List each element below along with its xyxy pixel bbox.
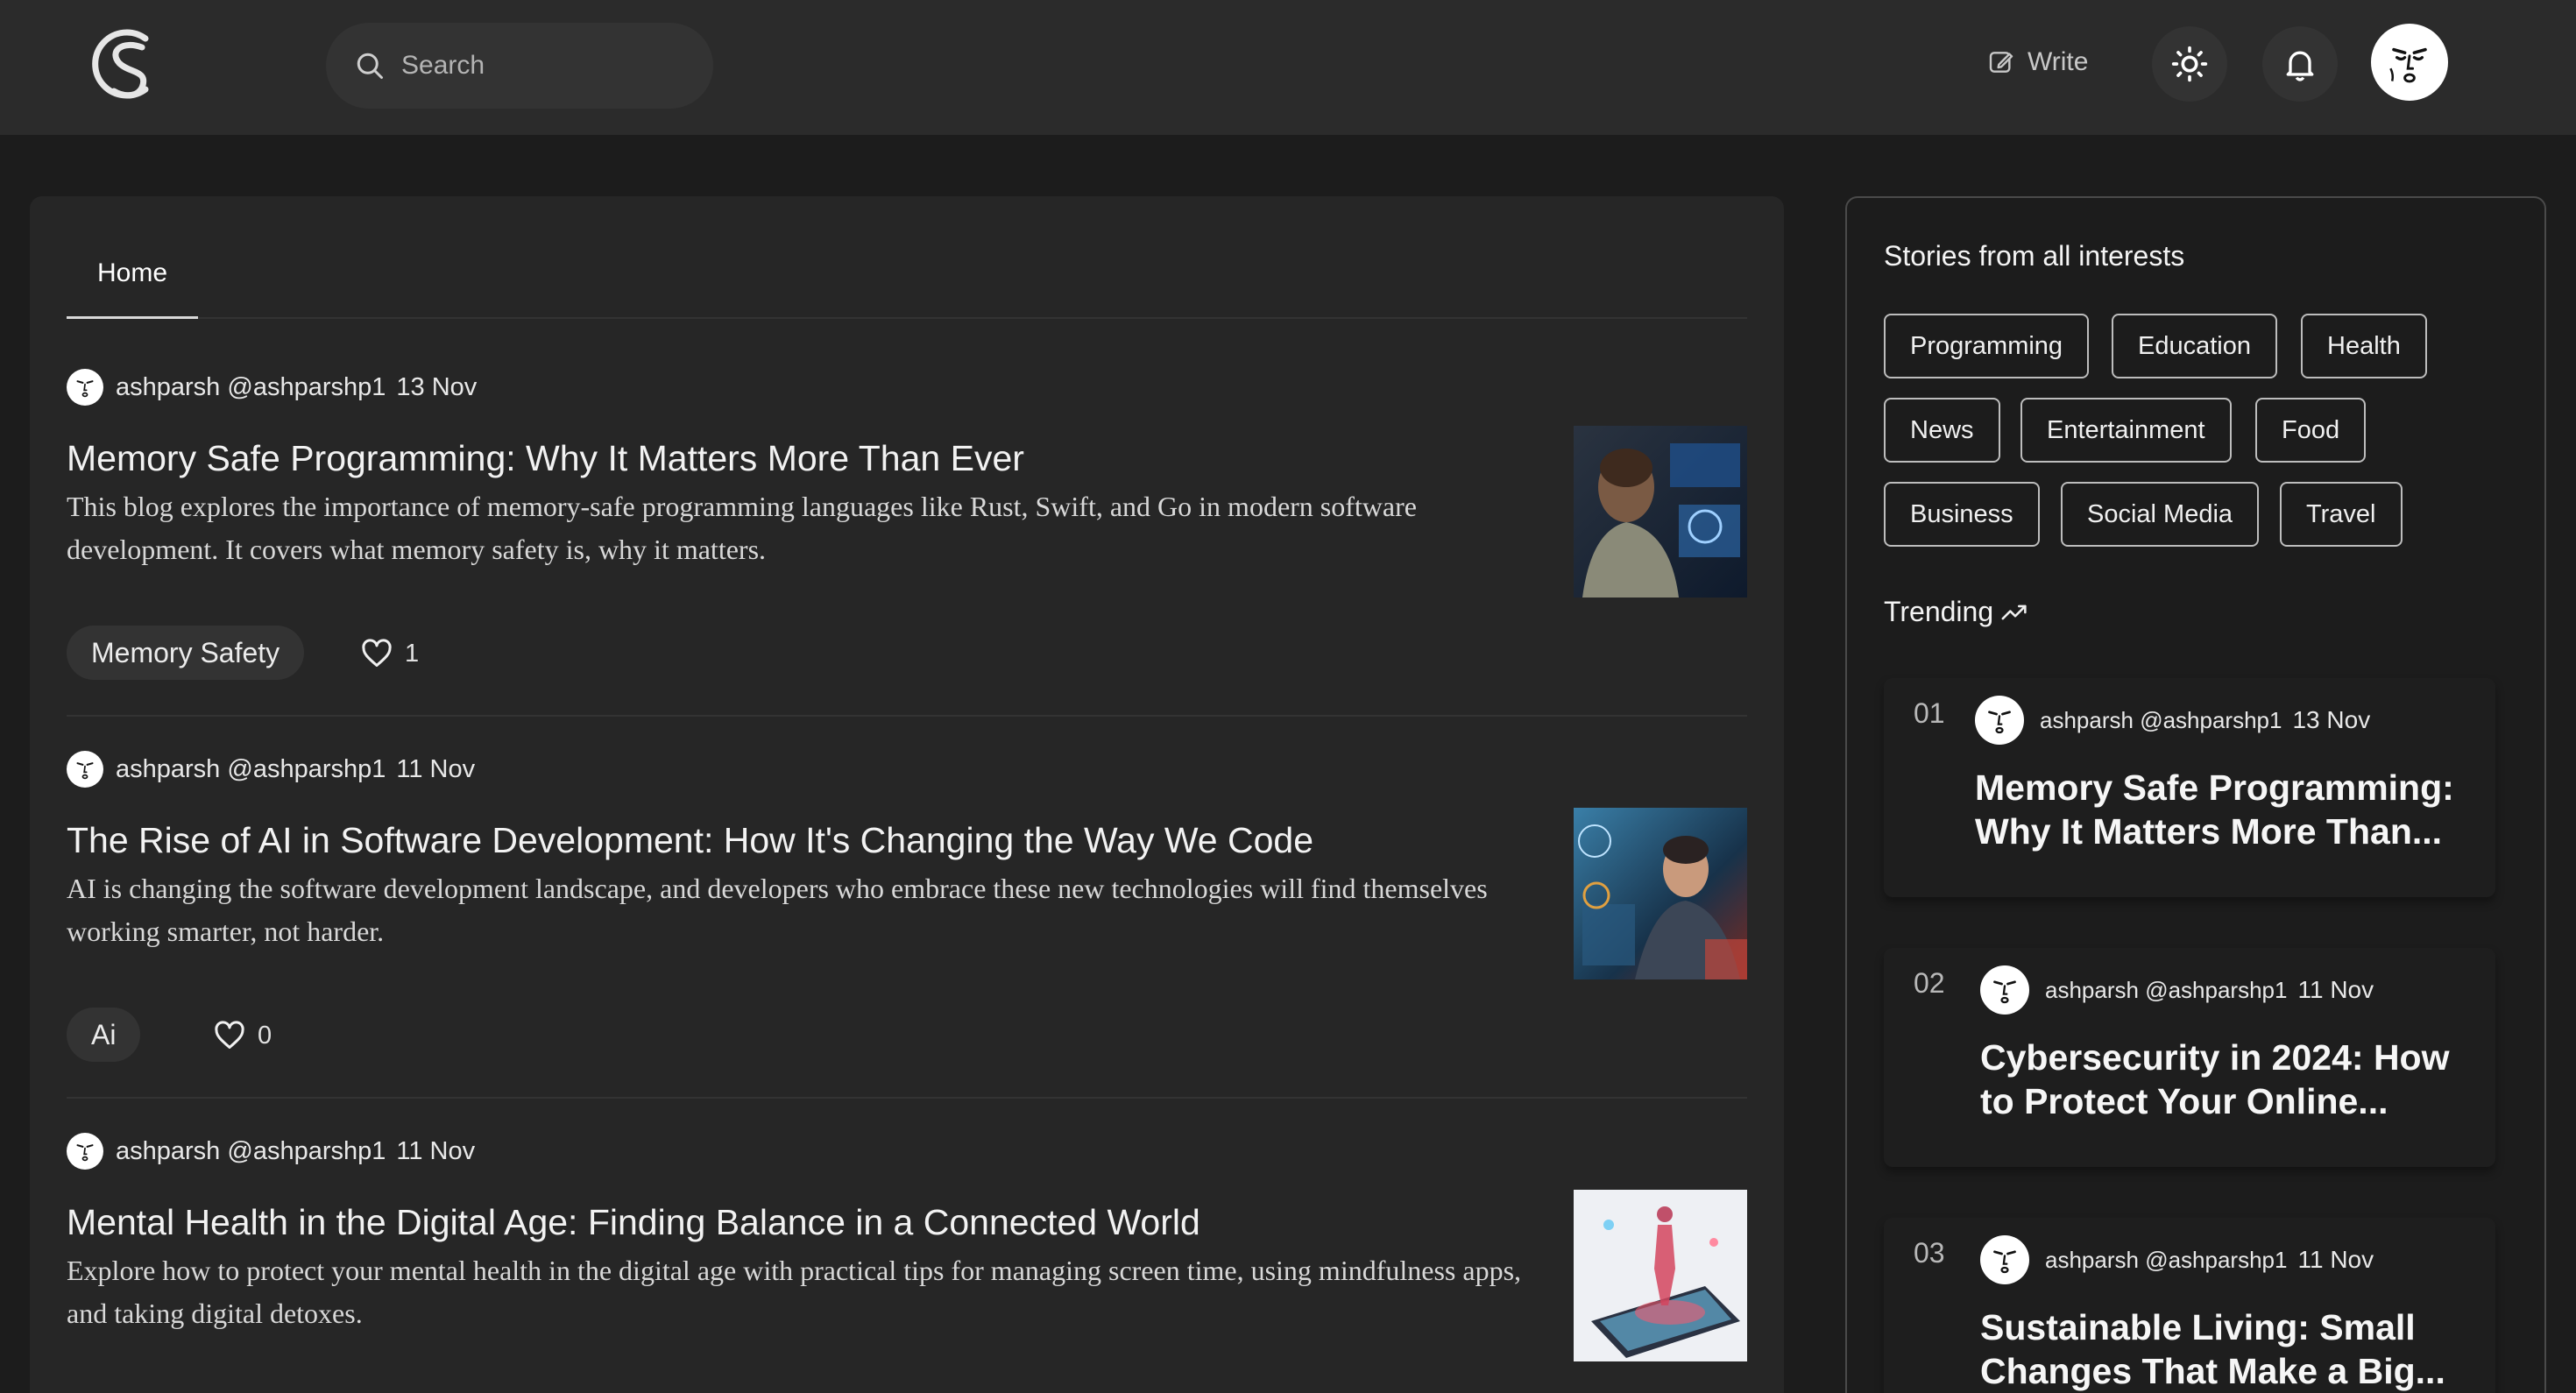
trending-heading: Trending bbox=[1884, 596, 2030, 628]
post-card[interactable]: ashparsh @ashparshp1 11 Nov The Rise of … bbox=[67, 750, 1747, 1100]
author-handle: @ashparshp1 bbox=[227, 754, 386, 783]
write-label: Write bbox=[2028, 47, 2089, 76]
interest-chip-social-media[interactable]: Social Media bbox=[2061, 482, 2260, 547]
author-avatar[interactable] bbox=[1980, 965, 2029, 1015]
avatar-face-icon bbox=[1993, 980, 2016, 1004]
post-meta: ashparsh @ashparshp1 11 Nov bbox=[67, 1132, 475, 1170]
post-tag[interactable]: Ai bbox=[67, 1008, 141, 1062]
interest-chip-travel[interactable]: Travel bbox=[2280, 482, 2403, 547]
avatar-face-icon bbox=[1988, 711, 2011, 734]
author-name[interactable]: ashparsh bbox=[116, 373, 220, 402]
post-title[interactable]: The Rise of AI in Software Development: … bbox=[67, 820, 1313, 861]
like-button[interactable]: 1 bbox=[361, 638, 419, 669]
post-meta: ashparsh @ashparshp1 13 Nov bbox=[67, 368, 477, 407]
post-thumbnail[interactable] bbox=[1574, 808, 1747, 979]
trending-item[interactable]: 02 ashparsh @ashparshp1 11 Nov Cybersecu… bbox=[1884, 948, 2495, 1167]
like-count: 1 bbox=[405, 639, 420, 668]
trending-date: 11 Nov bbox=[2297, 976, 2374, 1003]
trending-label: Trending bbox=[1884, 596, 1994, 627]
avatar-face-icon bbox=[76, 762, 94, 780]
sun-icon bbox=[2171, 46, 2208, 82]
author-avatar[interactable] bbox=[1980, 1235, 2029, 1284]
trending-item[interactable]: 01 ashparsh @ashparshp1 13 Nov Memory Sa… bbox=[1884, 678, 2495, 897]
interest-chip-programming[interactable]: Programming bbox=[1884, 314, 2090, 378]
post-tag[interactable]: Memory Safety bbox=[67, 626, 305, 680]
post-thumbnail[interactable] bbox=[1574, 1190, 1747, 1361]
trending-rank: 01 bbox=[1914, 697, 1945, 729]
author-avatar[interactable] bbox=[67, 1133, 103, 1170]
interest-chip-health[interactable]: Health bbox=[2301, 314, 2427, 378]
trending-meta: ashparsh @ashparshp1 13 Nov bbox=[1975, 696, 2370, 745]
interest-chip-business[interactable]: Business bbox=[1884, 482, 2040, 547]
notifications-button[interactable] bbox=[2262, 26, 2338, 102]
sidebar: Stories from all interests Programming E… bbox=[1845, 196, 2546, 1393]
author-name[interactable]: ashparsh bbox=[2045, 1247, 2139, 1274]
author-name[interactable]: ashparsh bbox=[2040, 707, 2134, 734]
post-title[interactable]: Mental Health in the Digital Age: Findin… bbox=[67, 1202, 1200, 1243]
post-divider bbox=[67, 1097, 1747, 1099]
post-title[interactable]: Memory Safe Programming: Why It Matters … bbox=[67, 438, 1024, 479]
avatar-face-icon bbox=[2389, 47, 2427, 83]
interest-chip-entertainment[interactable]: Entertainment bbox=[2020, 398, 2232, 463]
post-thumbnail[interactable] bbox=[1574, 426, 1747, 598]
post-meta: ashparsh @ashparshp1 11 Nov bbox=[67, 750, 475, 788]
author-handle: @ashparshp1 bbox=[227, 372, 386, 401]
interests-heading: Stories from all interests bbox=[1884, 240, 2185, 272]
top-navbar: Search Write bbox=[0, 0, 2576, 135]
author-avatar[interactable] bbox=[1975, 696, 2024, 745]
tab-home[interactable]: Home bbox=[67, 254, 198, 319]
search-icon bbox=[357, 53, 383, 79]
post-excerpt: This blog explores the importance of mem… bbox=[67, 491, 1417, 565]
trending-rank: 03 bbox=[1914, 1237, 1945, 1269]
avatar-face-icon bbox=[1993, 1250, 2016, 1274]
author-handle: @ashparshp1 bbox=[2145, 1246, 2288, 1273]
trending-up-icon bbox=[2001, 605, 2027, 619]
author-name[interactable]: ashparsh bbox=[2045, 977, 2139, 1004]
author-name[interactable]: ashparsh bbox=[116, 1137, 220, 1166]
edit-icon bbox=[1989, 52, 2013, 73]
post-card[interactable]: ashparsh @ashparshp1 11 Nov Mental Healt… bbox=[67, 1132, 1747, 1393]
author-handle: @ashparshp1 bbox=[2140, 706, 2282, 733]
avatar-face-icon bbox=[76, 380, 94, 398]
interest-chip-education[interactable]: Education bbox=[2112, 314, 2277, 378]
interest-chip-food[interactable]: Food bbox=[2255, 398, 2367, 463]
trending-item[interactable]: 03 ashparsh @ashparshp1 11 Nov Sustainab… bbox=[1884, 1218, 2495, 1393]
logo-icon[interactable] bbox=[88, 25, 163, 103]
post-card[interactable]: ashparsh @ashparshp1 13 Nov Memory Safe … bbox=[67, 368, 1747, 718]
search-input[interactable]: Search bbox=[326, 23, 713, 109]
like-count: 0 bbox=[258, 1021, 272, 1050]
trending-title[interactable]: Memory Safe Programming: Why It Matters … bbox=[1975, 766, 2483, 853]
avatar[interactable] bbox=[2371, 24, 2448, 101]
heart-icon bbox=[215, 1021, 244, 1049]
author-handle: @ashparshp1 bbox=[2145, 976, 2288, 1003]
author-avatar[interactable] bbox=[67, 369, 103, 406]
heart-icon bbox=[362, 639, 392, 667]
like-button[interactable]: 0 bbox=[214, 1020, 272, 1051]
trending-meta: ashparsh @ashparshp1 11 Nov bbox=[1980, 1235, 2374, 1284]
trending-rank: 02 bbox=[1914, 967, 1945, 999]
theme-toggle-button[interactable] bbox=[2152, 26, 2227, 102]
trending-date: 13 Nov bbox=[2292, 706, 2371, 733]
author-avatar[interactable] bbox=[67, 751, 103, 788]
trending-meta: ashparsh @ashparshp1 11 Nov bbox=[1980, 965, 2374, 1015]
bell-icon bbox=[2286, 51, 2314, 81]
avatar-face-icon bbox=[76, 1144, 94, 1162]
post-excerpt: Explore how to protect your mental healt… bbox=[67, 1255, 1522, 1329]
post-divider bbox=[67, 715, 1747, 717]
feed-tabs: Home bbox=[67, 196, 1747, 319]
search-placeholder: Search bbox=[401, 51, 485, 80]
post-date: 11 Nov bbox=[396, 1136, 476, 1165]
trending-title[interactable]: Cybersecurity in 2024: How to Protect Yo… bbox=[1980, 1036, 2488, 1123]
post-excerpt: AI is changing the software development … bbox=[67, 873, 1488, 947]
trending-title[interactable]: Sustainable Living: Small Changes That M… bbox=[1980, 1305, 2488, 1393]
interest-chip-news[interactable]: News bbox=[1884, 398, 2000, 463]
author-name[interactable]: ashparsh bbox=[116, 755, 220, 784]
write-button[interactable]: Write bbox=[1987, 40, 2088, 84]
feed-panel: Home ashparsh @ashparshp1 13 Nov Memory … bbox=[30, 196, 1784, 1393]
post-date: 13 Nov bbox=[396, 372, 478, 401]
author-handle: @ashparshp1 bbox=[227, 1136, 386, 1165]
post-date: 11 Nov bbox=[396, 754, 476, 783]
trending-date: 11 Nov bbox=[2297, 1246, 2374, 1273]
